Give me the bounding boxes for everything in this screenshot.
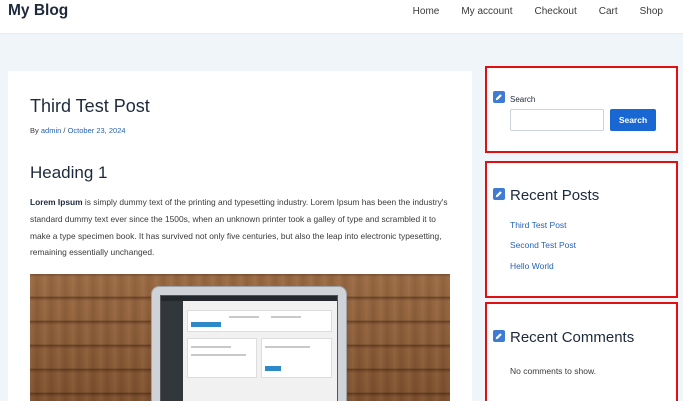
post-meta: By admin / October 23, 2024 <box>30 126 126 135</box>
main-nav: Home My account Checkout Cart Shop <box>391 6 663 17</box>
recent-comments-title: Recent Comments <box>510 329 635 346</box>
meta-separator: / <box>63 126 66 135</box>
pencil-edit-icon[interactable] <box>493 330 505 342</box>
search-input[interactable] <box>510 109 604 131</box>
post-body-text: is simply dummy text of the printing and… <box>30 197 448 258</box>
screen-line <box>271 316 301 318</box>
site-title[interactable]: My Blog <box>8 2 68 20</box>
recent-post-link[interactable]: Third Test Post <box>510 220 567 230</box>
featured-image <box>30 274 450 401</box>
screen-welcome-panel <box>187 310 332 332</box>
post-title: Third Test Post <box>30 96 150 116</box>
pencil-edit-icon[interactable] <box>493 91 505 103</box>
post-date-link[interactable]: October 23, 2024 <box>68 126 126 135</box>
screen-line <box>229 316 259 318</box>
post-heading: Heading 1 <box>30 163 108 182</box>
site-header: My Blog Home My account Checkout Cart Sh… <box>0 0 683 34</box>
screen-admin-sidebar <box>161 301 183 401</box>
search-label: Search <box>510 95 536 104</box>
search-widget: Search Search <box>485 66 678 153</box>
recent-post-link[interactable]: Hello World <box>510 261 554 271</box>
recent-post-link[interactable]: Second Test Post <box>510 240 576 250</box>
screen-admin-bar <box>161 296 337 301</box>
lead-bold: Lorem Ipsum <box>30 197 83 207</box>
recent-comments-widget: Recent Comments No comments to show. <box>485 302 678 401</box>
screen-button <box>191 322 221 327</box>
post-author-link[interactable]: admin <box>41 126 61 135</box>
screen-panel-left <box>187 338 257 378</box>
recent-posts-title: Recent Posts <box>510 187 600 204</box>
laptop-screen <box>160 295 338 401</box>
no-comments-text: No comments to show. <box>510 366 596 376</box>
nav-cart[interactable]: Cart <box>599 6 618 17</box>
nav-my-account[interactable]: My account <box>461 6 512 17</box>
search-button[interactable]: Search <box>610 109 656 131</box>
meta-prefix: By <box>30 126 39 135</box>
post-article: Third Test Post By admin / October 23, 2… <box>8 71 472 401</box>
nav-home[interactable]: Home <box>413 6 440 17</box>
pencil-edit-icon[interactable] <box>493 188 505 200</box>
nav-shop[interactable]: Shop <box>640 6 663 17</box>
post-paragraph: Lorem Ipsum is simply dummy text of the … <box>30 194 454 261</box>
laptop-image <box>151 286 347 401</box>
screen-line <box>191 354 246 356</box>
nav-checkout[interactable]: Checkout <box>534 6 576 17</box>
screen-panel-right <box>261 338 332 378</box>
screen-button <box>265 366 281 371</box>
screen-line <box>265 346 310 348</box>
recent-posts-widget: Recent Posts Third Test Post Second Test… <box>485 161 678 298</box>
screen-line <box>191 346 231 348</box>
